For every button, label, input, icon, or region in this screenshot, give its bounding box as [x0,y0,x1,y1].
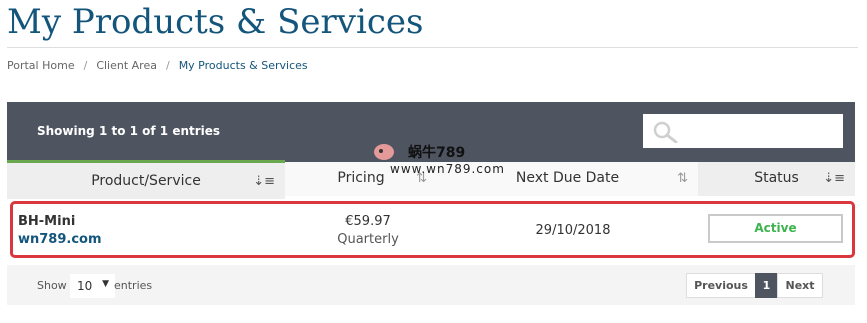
entries-info: Showing 1 to 1 of 1 entries [37,124,221,138]
show-label: Show [37,279,67,292]
title-divider [7,47,858,48]
breadcrumb-separator: / [165,59,170,72]
next-due-date: 29/10/2018 [535,223,611,238]
table-footer: Show 10 ▼ entries Previous 1 Next [7,265,855,305]
sort-both-icon: ⇅ [677,171,688,186]
caret-down-icon: ▼ [102,279,109,289]
product-domain-link[interactable]: wn789.com [18,232,102,247]
watermark-title: 蜗牛789 [408,145,466,161]
entries-label: entries [114,279,153,292]
sort-ascending-icon: ⇣≡ [823,171,845,186]
breadcrumb: Portal Home / Client Area / My Products & Se… [7,59,308,72]
page-1-button[interactable]: 1 [755,273,778,298]
status-badge: Active [708,214,843,243]
watermark: 蜗牛789 www.wn789.com [372,140,505,180]
breadcrumb-current: My Products & Services [178,59,308,72]
column-label: Product/Service [91,173,201,189]
sort-ascending-icon: ⇣≡ [253,174,275,189]
billing-cycle: Quarterly [337,232,399,247]
price-amount: €59.97 [345,214,391,229]
column-header-status[interactable]: Status ⇣≡ [698,162,855,196]
breadcrumb-separator: / [83,59,88,72]
page-title: My Products & Services [7,2,424,42]
previous-page-button[interactable]: Previous [686,273,756,298]
snail-logo-icon [374,144,394,160]
column-header-product-service[interactable]: Product/Service ⇣≡ [7,160,285,199]
table-search-input[interactable] [643,114,843,148]
product-name: BH-Mini [18,214,76,229]
entries-per-page-select[interactable]: 10 ▼ [70,274,115,298]
breadcrumb-link-client-area[interactable]: Client Area [96,59,157,72]
breadcrumb-link-portal-home[interactable]: Portal Home [7,59,75,72]
entries-per-page-value: 10 [77,279,93,293]
search-icon [653,121,679,147]
watermark-url: www.wn789.com [390,162,505,176]
table-row[interactable]: BH-Mini wn789.com €59.97 Quarterly 29/10… [10,201,855,258]
next-page-button[interactable]: Next [777,273,823,298]
